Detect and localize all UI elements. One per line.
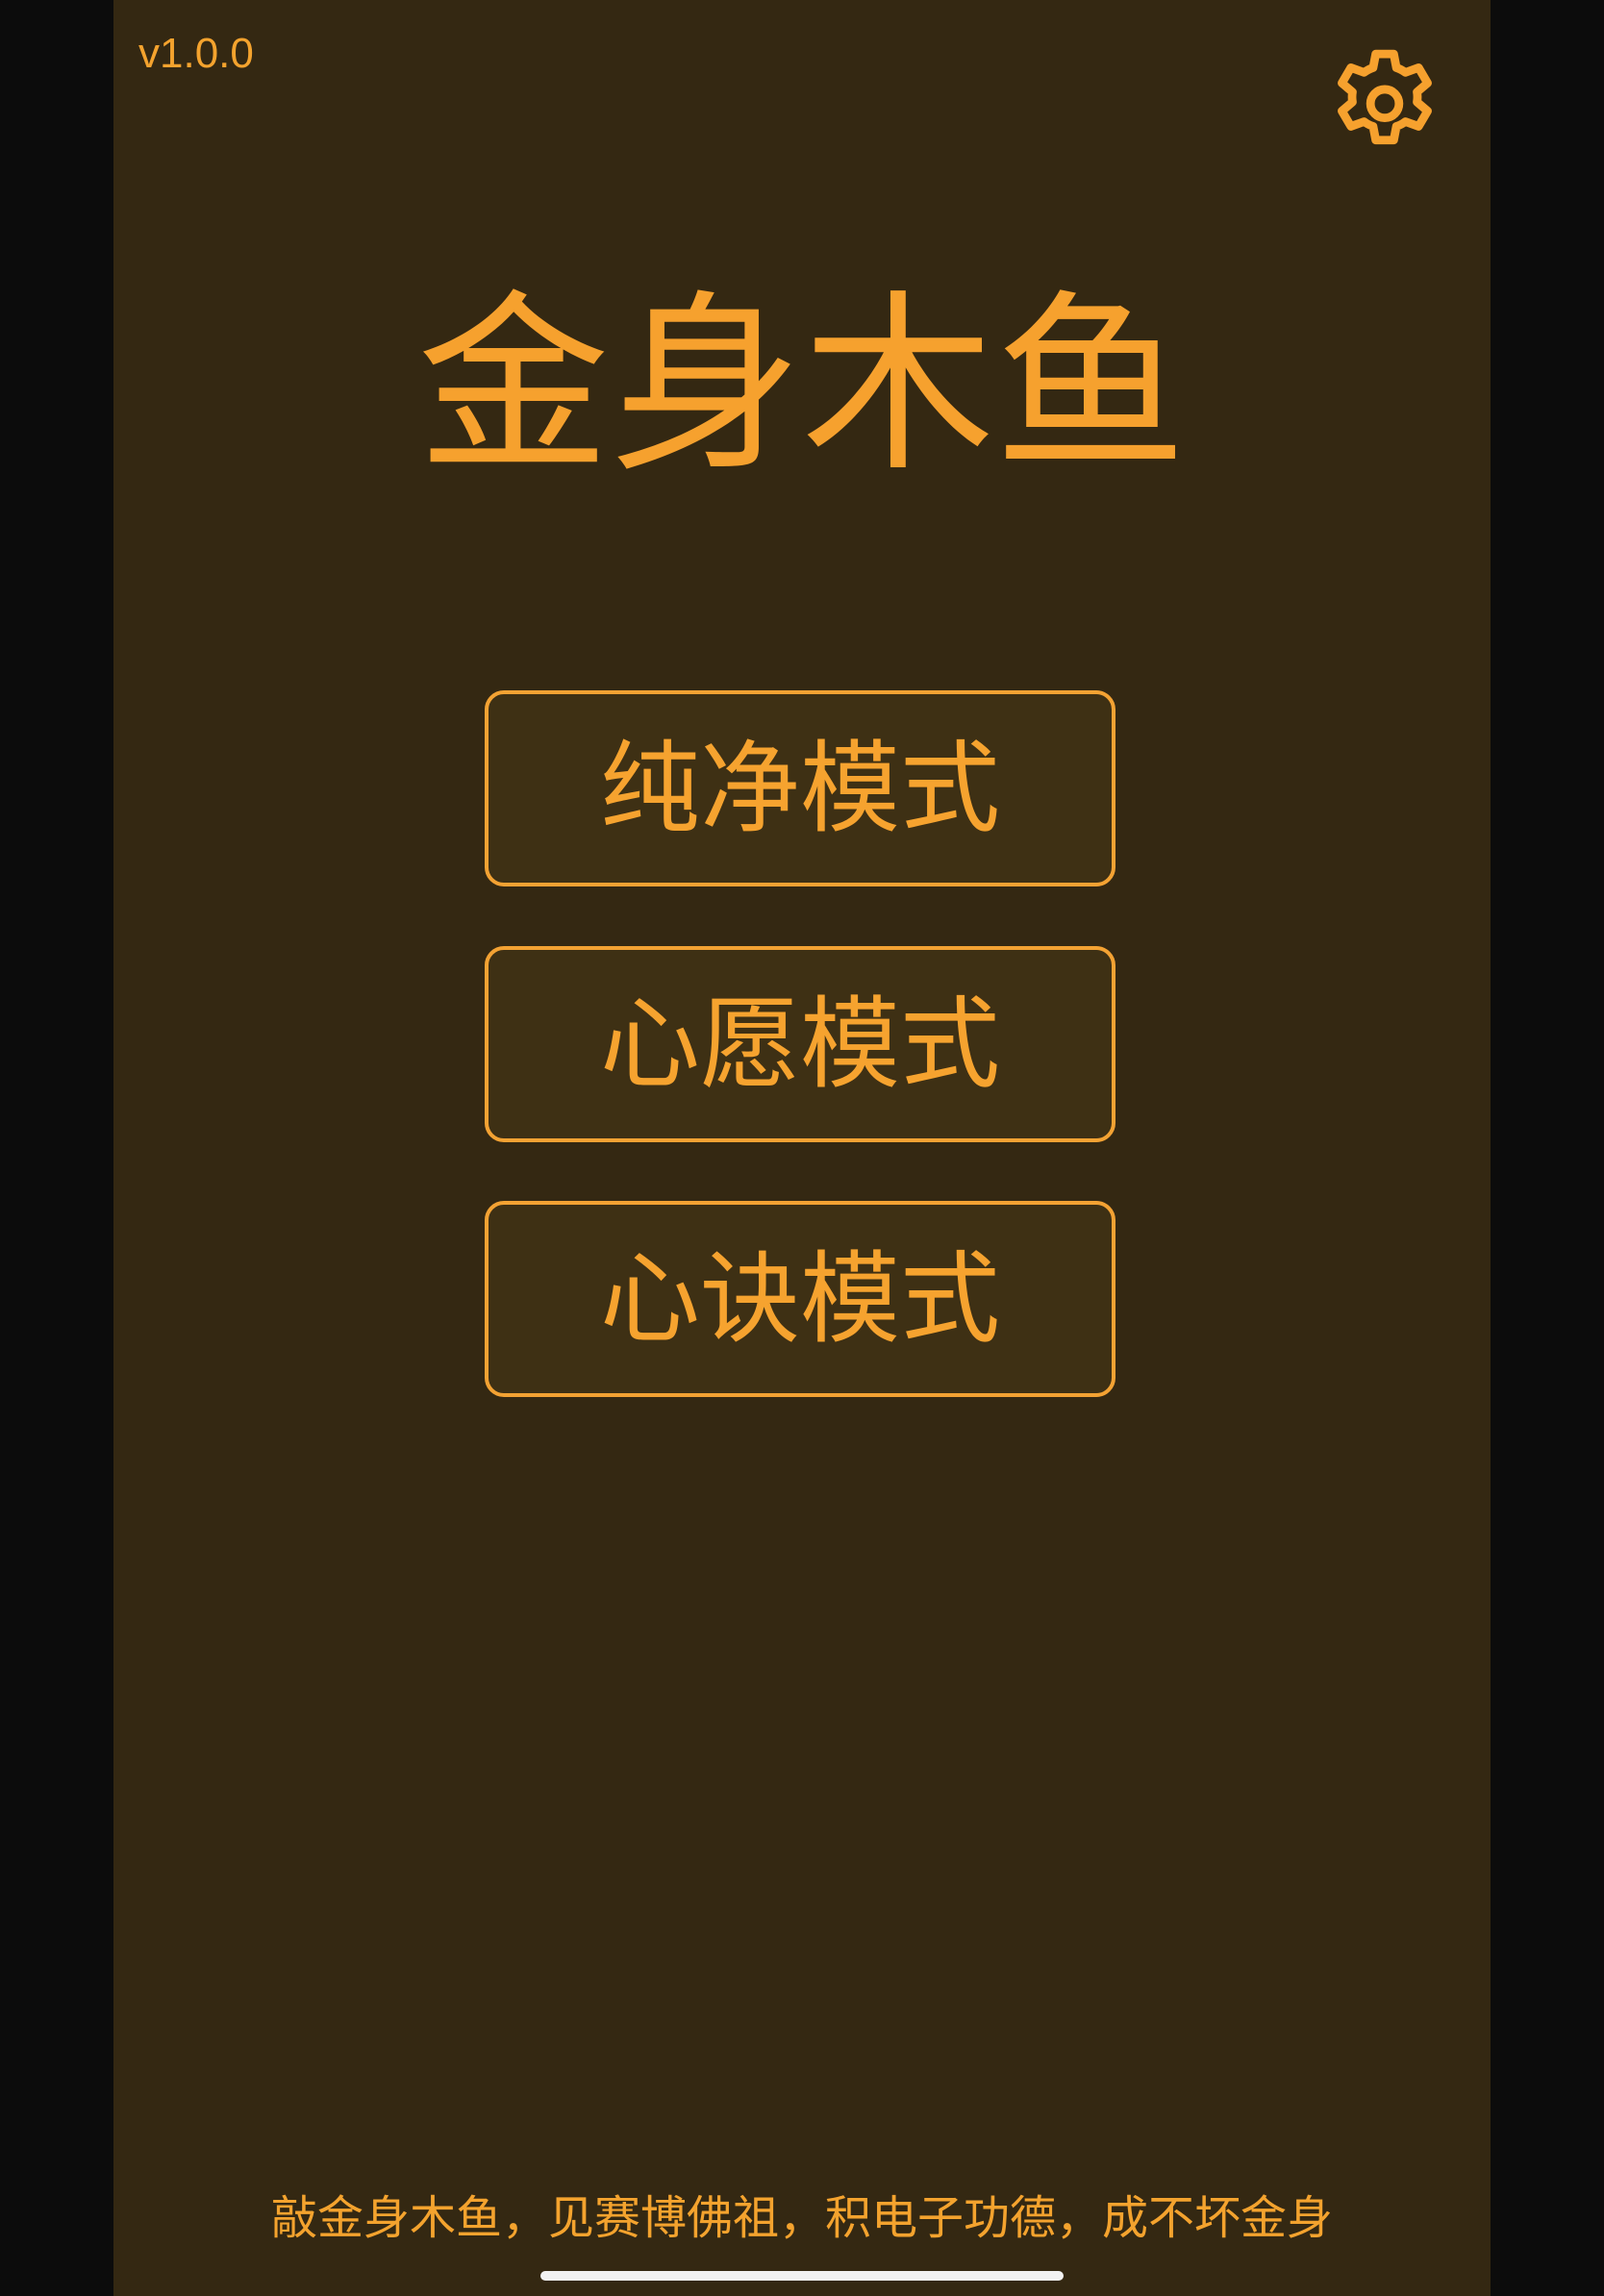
wish-mode-button[interactable]: 心愿模式 [485, 946, 1115, 1142]
pure-mode-label: 纯净模式 [599, 730, 1000, 847]
gear-icon [1338, 49, 1432, 145]
mantra-mode-label: 心诀模式 [599, 1240, 1000, 1358]
pure-mode-button[interactable]: 纯净模式 [485, 690, 1115, 886]
home-indicator[interactable] [540, 2271, 1064, 2281]
footer-slogan: 敲金身木鱼，见赛博佛祖，积电子功德，成不坏金身 [270, 2191, 1333, 2245]
app-title: 金身木鱼 [416, 274, 1187, 498]
settings-button[interactable] [1321, 42, 1448, 169]
mantra-mode-button[interactable]: 心诀模式 [485, 1201, 1115, 1397]
wish-mode-label: 心愿模式 [599, 986, 1000, 1103]
app-screen: v1.0.0 金身木鱼 纯净模式 心愿模式 心诀模式 敲金身木鱼，见赛博佛祖，积… [113, 0, 1491, 2296]
version-label: v1.0.0 [138, 30, 254, 77]
